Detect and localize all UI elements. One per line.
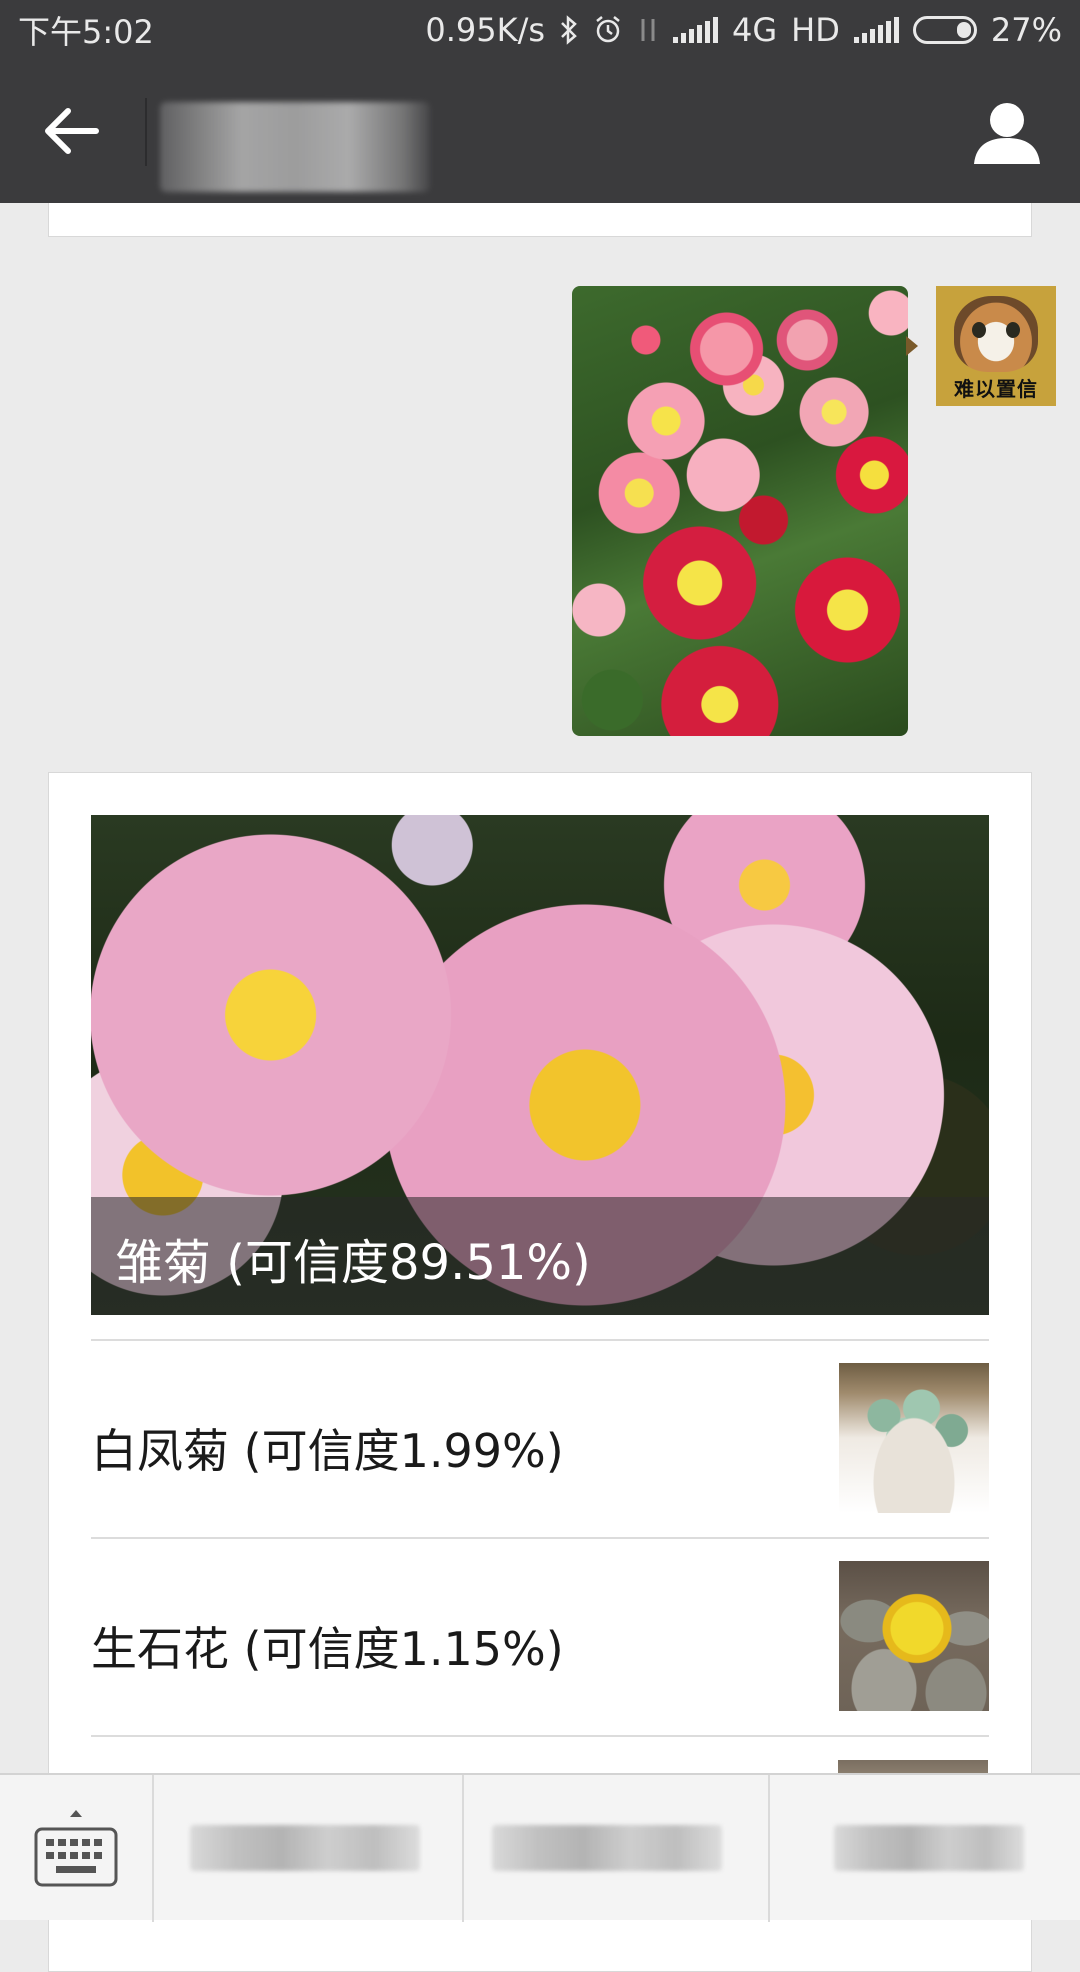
result-label: 生石花 (可信度1.15%) — [91, 1622, 564, 1676]
bubble-tail — [906, 336, 918, 356]
menu-separator — [152, 1775, 154, 1922]
bottom-input-bar — [0, 1773, 1080, 1922]
header-separator — [145, 98, 147, 166]
signal-strength-icon-2 — [853, 17, 899, 43]
result-row[interactable]: 生石花 (可信度1.15%) — [91, 1561, 989, 1711]
previous-message-card — [48, 203, 1032, 237]
network-type: 4G — [732, 11, 778, 49]
chat-title-redacted — [160, 102, 430, 192]
cat-eye — [1006, 322, 1020, 338]
keyboard-icon — [34, 1810, 118, 1887]
status-time: 下午5:02 — [18, 13, 154, 51]
signal-strength-icon — [673, 17, 719, 43]
chat-info-button[interactable] — [972, 98, 1042, 168]
hd-label: HD — [791, 11, 840, 49]
divider — [91, 1537, 989, 1539]
result-label: 白凤菊 (可信度1.99%) — [91, 1424, 564, 1478]
person-icon — [974, 103, 1040, 164]
menu-separator — [768, 1775, 770, 1922]
divider — [91, 1735, 989, 1737]
result-thumbnail — [839, 1363, 989, 1513]
top-result-image[interactable]: 雏菊 (可信度89.51%) — [91, 815, 989, 1315]
arrow-left-icon — [45, 108, 99, 154]
chat-header — [0, 60, 1080, 203]
top-result-label: 雏菊 (可信度89.51%) — [115, 1235, 591, 1291]
back-button[interactable] — [38, 100, 108, 162]
cat-face — [954, 296, 1038, 372]
keyboard-toggle-button[interactable] — [20, 1803, 132, 1895]
top-result-caption: 雏菊 (可信度89.51%) — [91, 1197, 989, 1315]
menu-item-redacted[interactable] — [834, 1825, 1024, 1871]
alarm-icon — [593, 15, 623, 45]
menu-item-redacted[interactable] — [190, 1825, 420, 1871]
network-speed: 0.95K/s — [425, 11, 546, 49]
menu-separator — [462, 1775, 464, 1922]
status-bar: 下午5:02 0.95K/s 4G HD 27% — [0, 0, 1080, 60]
sent-flower-photo[interactable] — [572, 286, 908, 736]
battery-percent: 27% — [990, 11, 1062, 49]
cat-eye — [972, 322, 986, 338]
result-row[interactable]: 白凤菊 (可信度1.99%) — [91, 1363, 989, 1513]
battery-icon — [912, 16, 977, 44]
bluetooth-icon — [559, 15, 579, 45]
divider — [91, 1339, 989, 1341]
data-transfer-icon — [637, 15, 659, 45]
menu-item-redacted[interactable] — [492, 1825, 722, 1871]
result-thumbnail — [839, 1561, 989, 1711]
avatar[interactable]: 难以置信 — [936, 286, 1056, 406]
avatar-caption: 难以置信 — [954, 377, 1038, 401]
